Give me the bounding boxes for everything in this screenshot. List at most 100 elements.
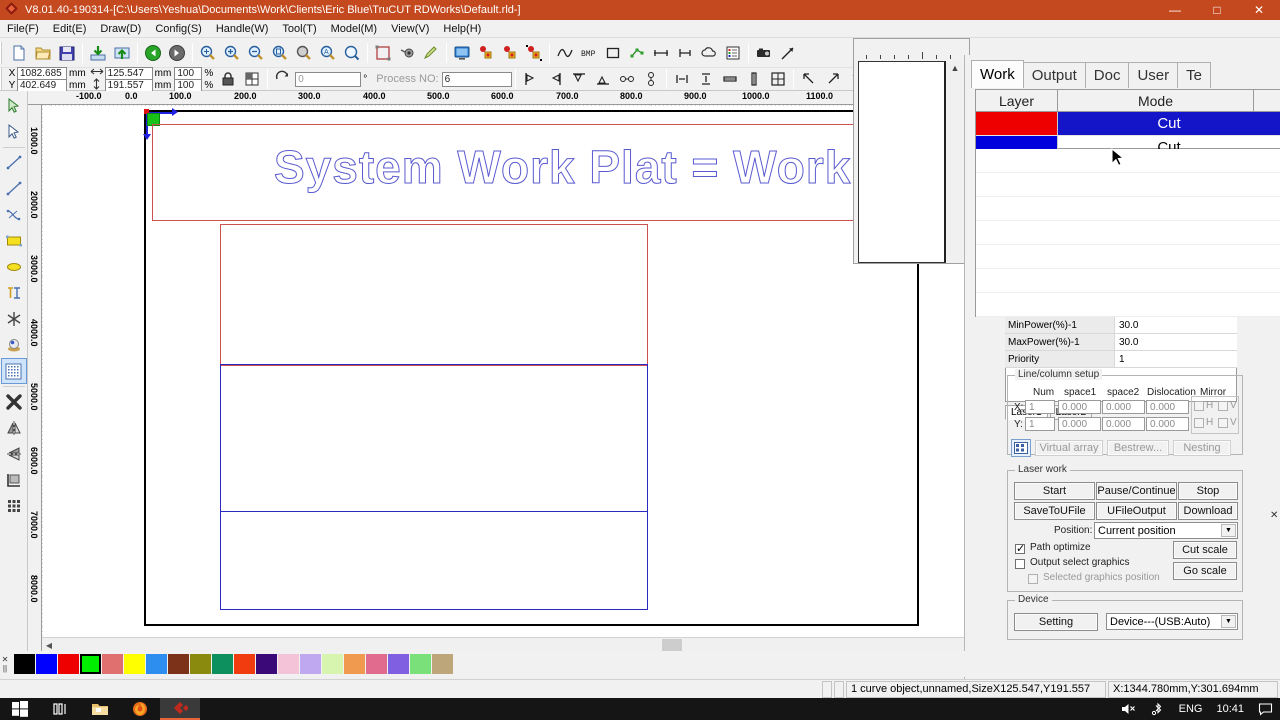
rotate-icon[interactable] xyxy=(271,67,295,91)
y-dislocation-input[interactable]: 0.000 xyxy=(1146,417,1189,431)
bestrew-button[interactable]: Bestrew... xyxy=(1107,440,1169,456)
notifications-icon[interactable] xyxy=(1251,702,1280,716)
close-button[interactable]: ✕ xyxy=(1238,0,1280,20)
palette-close-icon[interactable]: ✕ || xyxy=(0,655,10,673)
table-row[interactable]: Cut xyxy=(976,112,1280,136)
distribute-vertical-icon[interactable] xyxy=(694,67,718,91)
lock-aspect-icon[interactable] xyxy=(216,67,240,91)
align-right-icon[interactable] xyxy=(543,67,567,91)
x-dislocation-input[interactable]: 0.000 xyxy=(1146,400,1189,414)
floating-window-canvas[interactable] xyxy=(858,61,946,263)
blue-rectangle-object[interactable] xyxy=(220,364,648,610)
y-num-input[interactable]: 1 xyxy=(1025,417,1055,431)
mirror-x-h-checkbox[interactable] xyxy=(1194,401,1204,411)
line-tool-icon[interactable] xyxy=(1,150,27,176)
arrow-path-icon[interactable] xyxy=(776,41,800,65)
align-left-icon[interactable] xyxy=(519,67,543,91)
save-to-ufile-button[interactable]: SaveToUFile xyxy=(1014,502,1095,520)
scroll-left-arrow-icon[interactable]: ◀ xyxy=(42,638,56,652)
property-value[interactable]: 1 xyxy=(1115,351,1237,367)
measure-offset-icon[interactable] xyxy=(673,41,697,65)
palette-swatch-15[interactable] xyxy=(344,654,365,674)
canvas-horizontal-scrollbar[interactable]: ◀ ▶ xyxy=(42,637,1024,651)
snap-point-icon[interactable] xyxy=(1,306,27,332)
menu-item-draw[interactable]: Draw(D) xyxy=(93,22,148,36)
stop-button[interactable]: Stop xyxy=(1178,482,1238,500)
palette-swatch-3[interactable] xyxy=(80,654,101,674)
layer-table-empty-area[interactable] xyxy=(975,149,1280,317)
export-icon[interactable] xyxy=(110,41,134,65)
palette-swatch-4[interactable] xyxy=(102,654,123,674)
preview-dot-icon[interactable] xyxy=(395,41,419,65)
vertical-ruler[interactable]: 1000.0 2000.0 3000.0 4000.0 5000.0 6000.… xyxy=(28,105,42,651)
same-size-icon[interactable] xyxy=(766,67,790,91)
align-center-vertical-icon[interactable] xyxy=(639,67,663,91)
tab-doc[interactable]: Doc xyxy=(1084,62,1130,88)
menu-item-tool[interactable]: Tool(T) xyxy=(275,22,323,36)
palette-swatch-5[interactable] xyxy=(124,654,145,674)
align-top-icon[interactable] xyxy=(567,67,591,91)
minimize-button[interactable]: — xyxy=(1154,0,1196,20)
palette-swatch-2[interactable] xyxy=(58,654,79,674)
move-top-right-icon[interactable] xyxy=(821,67,845,91)
cloud-icon[interactable] xyxy=(697,41,721,65)
zoom-in-icon[interactable] xyxy=(220,41,244,65)
zoom-all-icon[interactable] xyxy=(292,41,316,65)
table-row[interactable]: Priority 1 xyxy=(1005,351,1237,368)
palette-swatch-14[interactable] xyxy=(322,654,343,674)
zoom-selection-icon[interactable]: A xyxy=(316,41,340,65)
anchor-grid-icon[interactable] xyxy=(240,67,264,91)
bluetooth-icon[interactable] xyxy=(1144,702,1172,716)
pause-continue-button[interactable]: Pause/Continue xyxy=(1096,482,1177,500)
bezier-tool-icon[interactable] xyxy=(1,202,27,228)
align-center-horizontal-icon[interactable] xyxy=(615,67,639,91)
node-edit-icon[interactable] xyxy=(625,41,649,65)
x-space2-input[interactable]: 0.000 xyxy=(1102,400,1145,414)
palette-swatch-7[interactable] xyxy=(168,654,189,674)
undo-icon[interactable] xyxy=(141,41,165,65)
bitmap-icon[interactable]: BMP xyxy=(577,41,601,65)
y-input[interactable]: 402.649 xyxy=(17,78,67,92)
selected-graphics-position-checkbox[interactable] xyxy=(1028,574,1038,584)
menu-item-config[interactable]: Config(S) xyxy=(148,22,208,36)
palette-swatch-12[interactable] xyxy=(278,654,299,674)
path-optimize-checkbox[interactable] xyxy=(1015,542,1025,555)
x-space1-input[interactable]: 0.000 xyxy=(1058,400,1101,414)
open-file-icon[interactable] xyxy=(31,41,55,65)
toolbar-grip[interactable] xyxy=(0,41,5,64)
palette-swatch-11[interactable] xyxy=(256,654,277,674)
save-file-icon[interactable] xyxy=(55,41,79,65)
zoom-page-icon[interactable] xyxy=(268,41,292,65)
virtual-array-toggle-icon[interactable] xyxy=(1011,439,1031,457)
ellipse-tool-icon[interactable] xyxy=(1,254,27,280)
palette-swatch-16[interactable] xyxy=(366,654,387,674)
language-indicator[interactable]: ENG xyxy=(1172,703,1210,715)
layer-mode-cell[interactable]: Cut xyxy=(1058,112,1280,135)
output-select-graphics-checkbox[interactable] xyxy=(1015,559,1025,569)
mirror-y-v-checkbox[interactable] xyxy=(1218,418,1228,428)
device-select[interactable]: Device---(USB:Auto) ▼ xyxy=(1106,613,1238,630)
menu-item-handle[interactable]: Handle(W) xyxy=(209,22,276,36)
text-tool-icon[interactable] xyxy=(1,280,27,306)
rdworks-taskbar-icon[interactable] xyxy=(160,698,200,720)
frame-icon[interactable] xyxy=(371,41,395,65)
property-value[interactable]: 30.0 xyxy=(1115,317,1237,333)
menu-item-help[interactable]: Help(H) xyxy=(436,22,488,36)
chevron-down-icon[interactable]: ▼ xyxy=(1221,524,1236,537)
x-num-input[interactable]: 1 xyxy=(1025,400,1055,414)
fill-color-icon[interactable] xyxy=(1,332,27,358)
layer-properties-table[interactable]: MinPower(%)-1 30.0 MaxPower(%)-1 30.0 Pr… xyxy=(1005,317,1237,368)
clock[interactable]: 10:41 xyxy=(1209,703,1251,715)
mirror-vertical-icon[interactable] xyxy=(1,441,27,467)
zoom-out-icon[interactable] xyxy=(244,41,268,65)
scale-y-input[interactable]: 100 xyxy=(174,78,203,92)
rectangle-tool-icon[interactable] xyxy=(1,228,27,254)
palette-swatch-0[interactable] xyxy=(14,654,35,674)
polyline-tool-icon[interactable] xyxy=(1,176,27,202)
palette-swatch-8[interactable] xyxy=(190,654,211,674)
process-no-input[interactable]: 6 xyxy=(441,71,512,87)
node-edit-tool-icon[interactable] xyxy=(1,119,27,145)
palette-swatch-6[interactable] xyxy=(146,654,167,674)
select-all-icon[interactable] xyxy=(522,41,546,65)
y-space2-input[interactable]: 0.000 xyxy=(1102,417,1145,431)
